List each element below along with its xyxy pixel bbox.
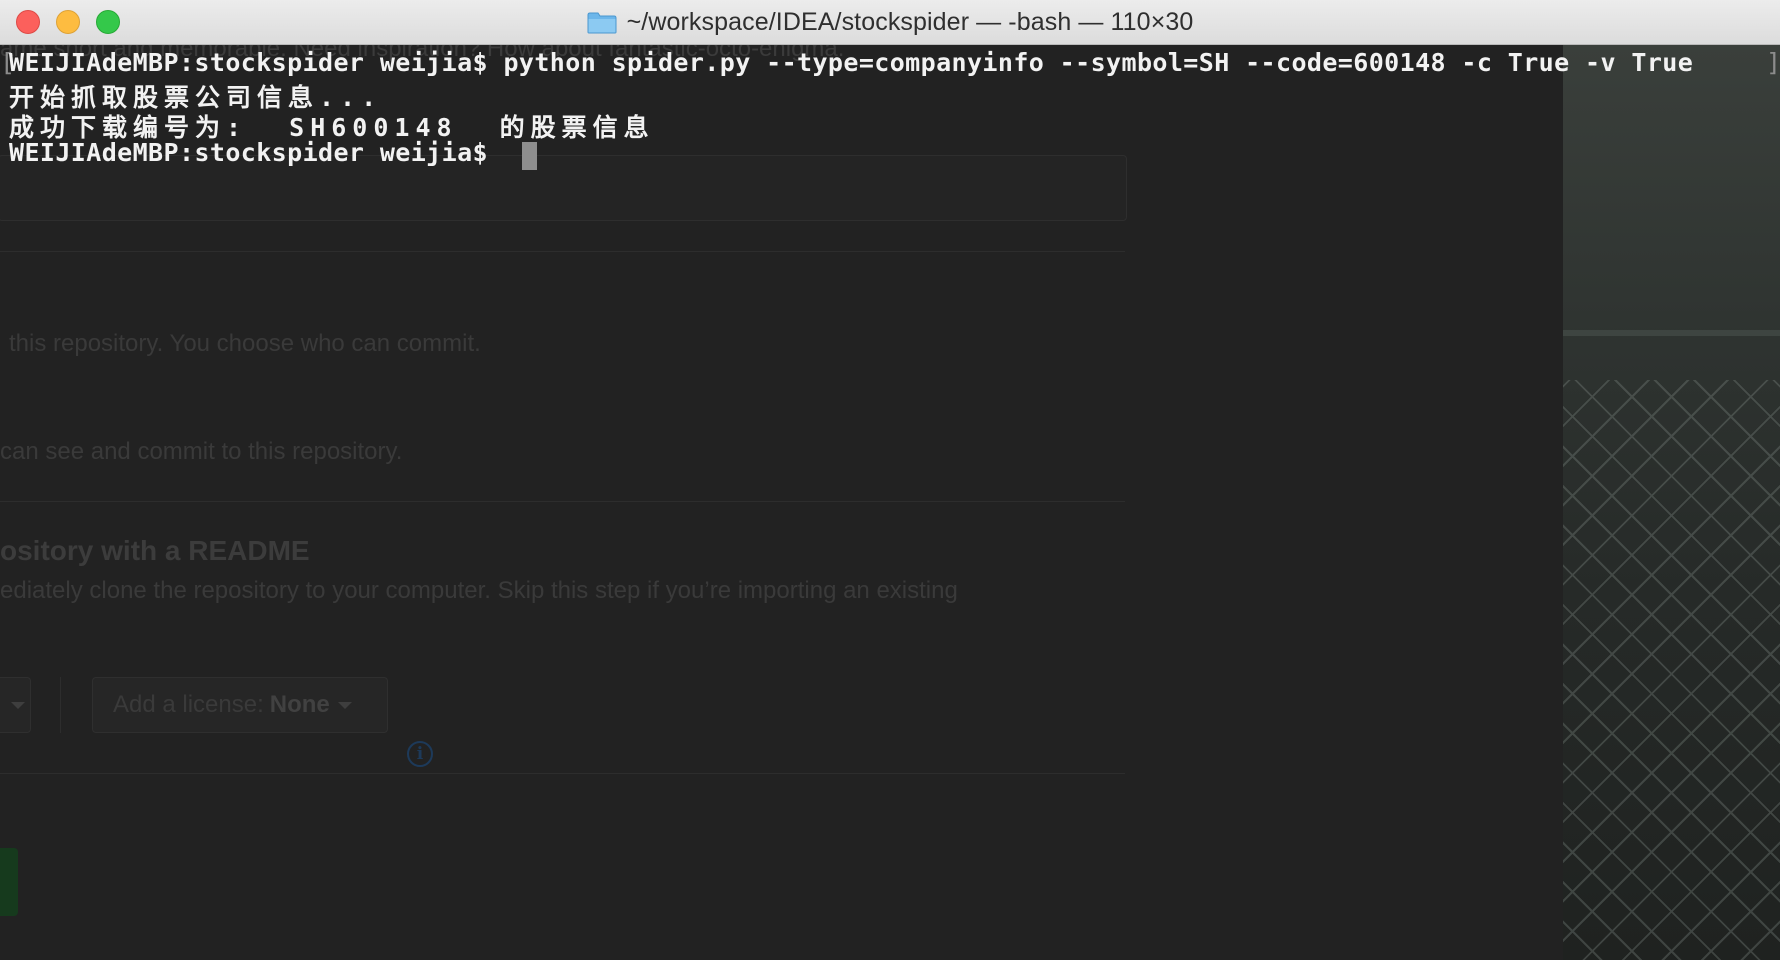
terminal-line-prompt: WEIJIAdeMBP:stockspider weijia$: [9, 138, 504, 167]
folder-icon: [587, 12, 617, 34]
terminal-cursor: [522, 142, 537, 170]
terminal-window: ame short and memorable. Need inspiratio…: [0, 0, 1780, 960]
selection-bracket-right: ]: [1766, 48, 1780, 77]
window-title-area: ~/workspace/IDEA/stockspider — -bash — 1…: [0, 0, 1780, 45]
terminal-line-command: WEIJIAdeMBP:stockspider weijia$ python s…: [9, 48, 1694, 77]
title-bar[interactable]: ~/workspace/IDEA/stockspider — -bash — 1…: [0, 0, 1780, 45]
terminal-content[interactable]: [ WEIJIAdeMBP:stockspider weijia$ python…: [0, 45, 1780, 960]
window-title: ~/workspace/IDEA/stockspider — -bash — 1…: [626, 8, 1194, 36]
